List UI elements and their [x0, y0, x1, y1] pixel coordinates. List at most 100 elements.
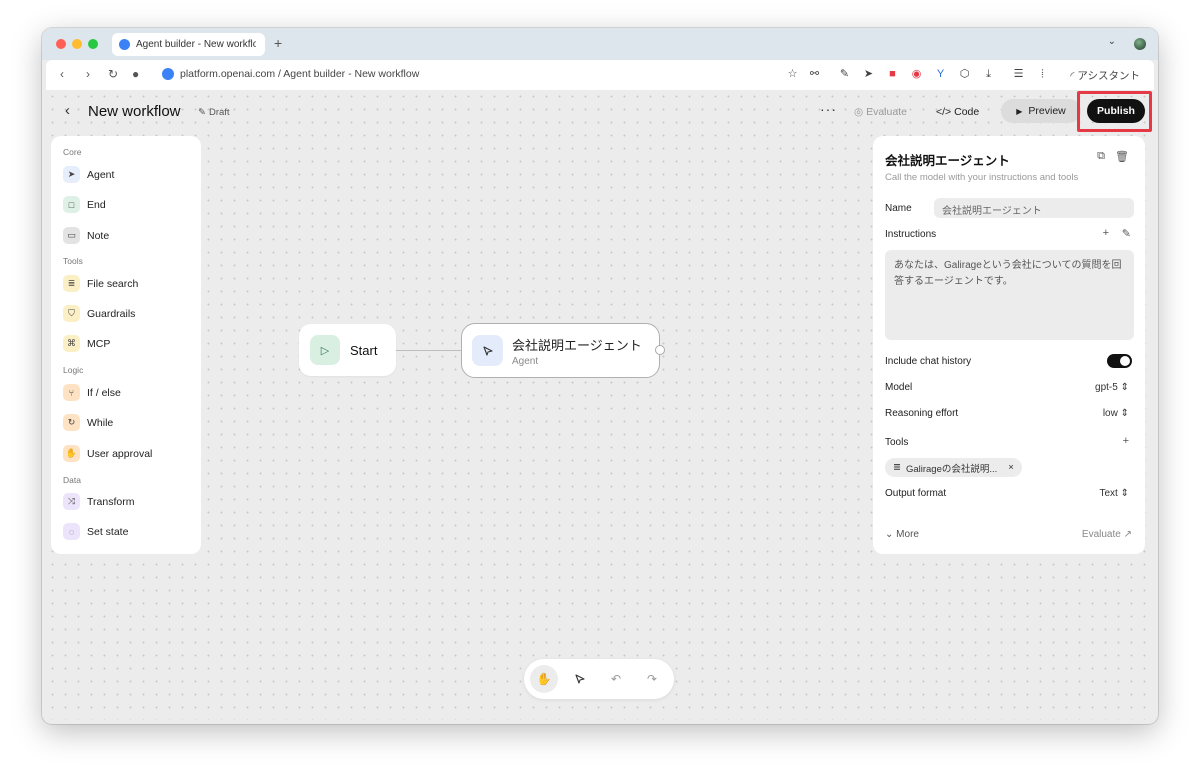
- database-icon: ≣: [63, 275, 80, 292]
- send-extension-icon[interactable]: ➤: [862, 68, 875, 81]
- palette-item-note[interactable]: ▭ Note: [63, 227, 109, 244]
- instructions-textarea[interactable]: あなたは、Galirageという会社についての質問を回答するエージェントです。: [885, 250, 1134, 340]
- link-icon[interactable]: ⚯: [808, 68, 821, 81]
- start-node[interactable]: ▷ Start: [299, 324, 396, 376]
- evaluate-link[interactable]: Evaluate ↗: [1082, 529, 1132, 540]
- remove-icon[interactable]: ×: [1008, 462, 1014, 473]
- tool-chip[interactable]: ≣ Galirageの会社説明... ×: [885, 458, 1022, 477]
- model-select[interactable]: gpt-5 ⇕: [1095, 382, 1129, 393]
- database-icon: ≣: [893, 462, 901, 473]
- model-value: gpt-5: [1095, 382, 1118, 393]
- tools-label: Tools: [885, 437, 909, 448]
- pen-extension-icon[interactable]: ✎: [838, 68, 851, 81]
- palette-item-guardrails[interactable]: ⛉ Guardrails: [63, 305, 135, 322]
- approval-icon: ✋: [63, 445, 80, 462]
- inspector-panel: 会社説明エージェント ⧉ 🗑 Call the model with your …: [873, 136, 1145, 554]
- undo-icon[interactable]: ↶: [602, 665, 630, 693]
- palette-label: Guardrails: [87, 307, 136, 320]
- branch-icon: ⑂: [63, 384, 80, 401]
- close-window-button[interactable]: [56, 39, 66, 49]
- audio-icon[interactable]: ⦙: [1036, 68, 1049, 81]
- shuffle-icon: ⤨: [63, 493, 80, 510]
- menu-icon[interactable]: ☰: [1012, 68, 1025, 81]
- assistant-label: アシスタント: [1077, 70, 1140, 82]
- palette-item-file-search[interactable]: ≣ File search: [63, 275, 138, 292]
- more-options-button[interactable]: ···: [820, 101, 837, 117]
- draft-badge[interactable]: ✎ Draft: [198, 107, 230, 118]
- section-core: Core: [63, 147, 82, 157]
- name-field[interactable]: 会社説明エージェント: [934, 198, 1134, 218]
- pointer-tool-icon[interactable]: [566, 665, 594, 693]
- palette-item-if-else[interactable]: ⑂ If / else: [63, 384, 121, 401]
- browser-toolbar: ‹ › ↻ ● platform.openai.com / Agent buil…: [46, 60, 1154, 90]
- palette-label: Agent: [87, 168, 115, 181]
- redo-icon[interactable]: ↷: [638, 665, 666, 693]
- address-bar[interactable]: platform.openai.com / Agent builder - Ne…: [162, 68, 419, 80]
- agent-node-subtitle: Agent: [512, 355, 539, 367]
- agent-node-title: 会社説明エージェント: [512, 337, 642, 353]
- palette-label: If / else: [87, 386, 121, 399]
- download-icon[interactable]: ⤓: [982, 68, 995, 81]
- bookmark-star-icon[interactable]: ☆: [786, 68, 799, 81]
- openai-favicon-icon: [119, 39, 130, 50]
- agent-node[interactable]: 会社説明エージェント Agent: [461, 323, 665, 378]
- palette-item-set-state[interactable]: ◌ Set state: [63, 523, 128, 540]
- palette-item-end[interactable]: □ End: [63, 196, 106, 213]
- output-handle[interactable]: [655, 345, 665, 355]
- back-button[interactable]: ‹: [65, 102, 70, 119]
- cursor-icon: ➤: [63, 166, 80, 183]
- code-icon: </>: [936, 106, 952, 118]
- evaluate-icon: ◎: [854, 106, 864, 118]
- assistant-button[interactable]: ◜ アシスタント: [1070, 68, 1140, 83]
- palette-label: Transform: [87, 495, 135, 508]
- more-toggle[interactable]: ⌄ More: [885, 529, 919, 540]
- forward-icon[interactable]: ›: [86, 67, 90, 81]
- zoom-window-button[interactable]: [88, 39, 98, 49]
- palette-label: Set state: [87, 525, 129, 538]
- add-icon[interactable]: +: [1103, 227, 1109, 239]
- code-button[interactable]: </> Code: [936, 106, 979, 118]
- code-label: Code: [954, 106, 980, 118]
- note-icon: ▭: [63, 227, 80, 244]
- output-format-select[interactable]: Text ⇕: [1099, 488, 1129, 499]
- inspector-title: 会社説明エージェント: [885, 154, 1010, 168]
- record-extension-icon[interactable]: ◉: [910, 68, 923, 81]
- output-format-value: Text: [1099, 488, 1118, 499]
- minimize-window-button[interactable]: [72, 39, 82, 49]
- reasoning-select[interactable]: low ⇕: [1103, 408, 1129, 419]
- microphone-icon[interactable]: ●: [132, 67, 139, 81]
- puzzle-extension-icon[interactable]: ⬡: [958, 68, 971, 81]
- new-tab-button[interactable]: +: [274, 35, 282, 51]
- video-extension-icon[interactable]: ■: [886, 68, 899, 81]
- mcp-icon: ⌘: [63, 335, 80, 352]
- profile-avatar[interactable]: [1134, 38, 1146, 50]
- reload-icon[interactable]: ↻: [108, 67, 118, 81]
- magic-wand-icon[interactable]: ✎: [1122, 227, 1131, 240]
- y-extension-icon[interactable]: Y: [934, 68, 947, 81]
- chat-history-label: Include chat history: [885, 356, 972, 367]
- tab-title: Agent builder - New workflow: [136, 39, 256, 50]
- palette-item-user-approval[interactable]: ✋ User approval: [63, 445, 152, 462]
- palette-label: User approval: [87, 447, 153, 460]
- edge-start-agent: [396, 350, 461, 351]
- browser-window: Agent builder - New workflow + ⌄ ‹ › ↻ ●…: [42, 28, 1158, 724]
- copy-icon[interactable]: ⧉: [1097, 150, 1105, 163]
- preview-button[interactable]: ▶ Preview: [1001, 99, 1081, 123]
- chevron-down-icon[interactable]: ⌄: [1108, 36, 1116, 47]
- palette-item-agent[interactable]: ➤ Agent: [63, 166, 114, 183]
- palette-item-while[interactable]: ↻ While: [63, 414, 113, 431]
- back-icon[interactable]: ‹: [60, 67, 64, 81]
- add-tool-icon[interactable]: +: [1123, 435, 1129, 447]
- app-header: ‹ New workflow ✎ Draft ··· ◎ Evaluate </>…: [46, 90, 1154, 134]
- chat-history-toggle[interactable]: [1107, 354, 1132, 368]
- palette-item-transform[interactable]: ⤨ Transform: [63, 493, 134, 510]
- draft-label: Draft: [208, 107, 230, 118]
- agent-builder-app: ‹ New workflow ✎ Draft ··· ◎ Evaluate </>…: [46, 90, 1154, 720]
- hand-tool-icon[interactable]: ✋: [530, 665, 558, 693]
- canvas-toolbar: ✋ ↶ ↷: [524, 659, 674, 699]
- more-label: More: [896, 529, 919, 540]
- palette-item-mcp[interactable]: ⌘ MCP: [63, 335, 110, 352]
- evaluate-button[interactable]: ◎ Evaluate: [854, 106, 907, 118]
- trash-icon[interactable]: 🗑: [1115, 150, 1129, 163]
- browser-tab[interactable]: Agent builder - New workflow: [112, 33, 265, 56]
